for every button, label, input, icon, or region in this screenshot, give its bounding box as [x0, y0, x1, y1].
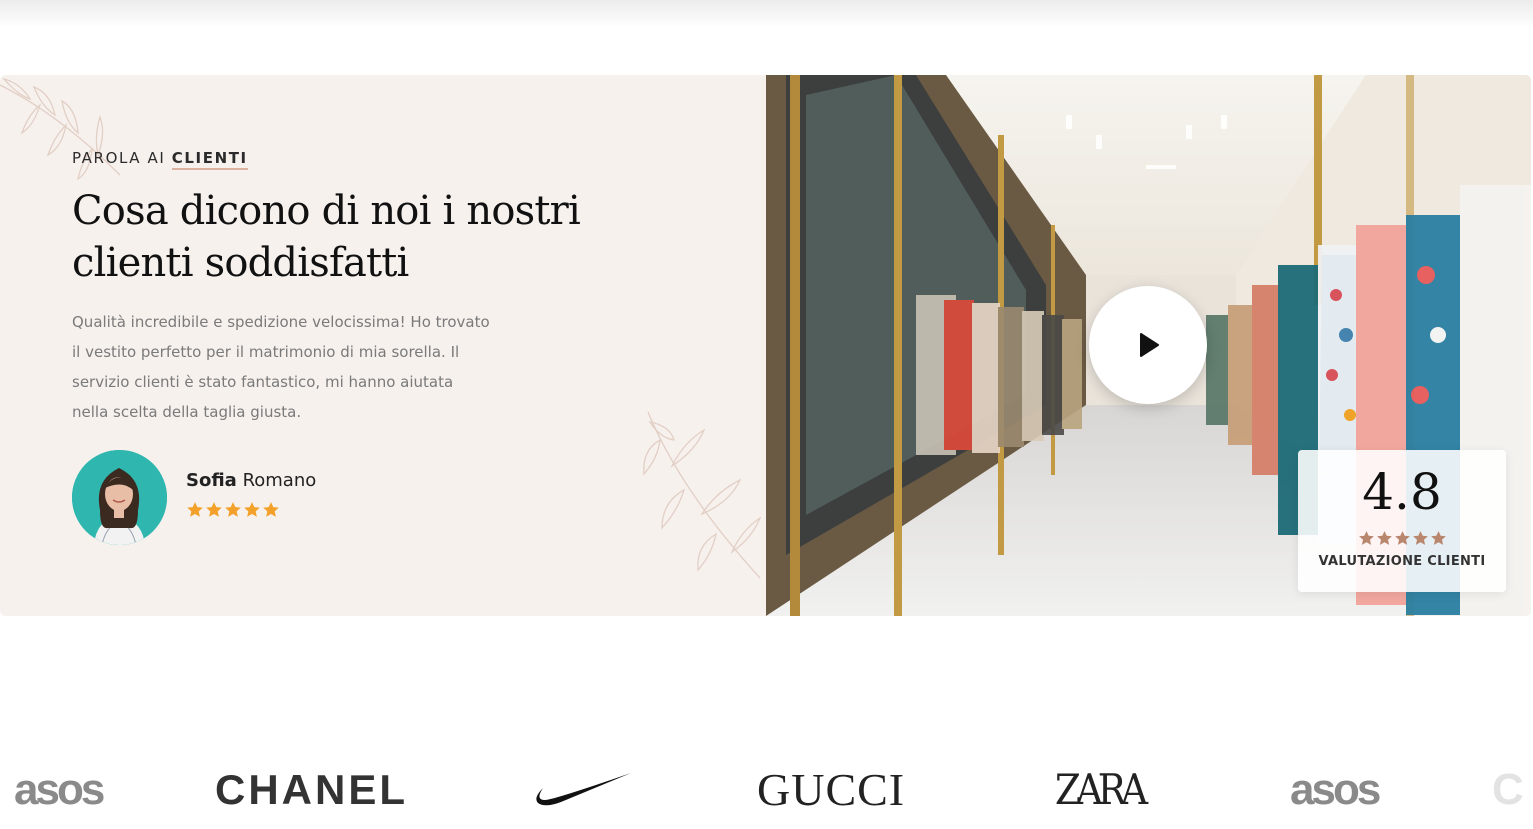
brand-logo-partial: C: [1492, 764, 1524, 814]
section-heading: Cosa dicono di noi i nostri clienti sodd…: [72, 185, 672, 289]
brand-logo-gucci: GUCCI: [757, 764, 906, 815]
brand-logo-asos: asos: [1290, 764, 1381, 814]
star-icon: [1376, 531, 1392, 545]
star-icon: [206, 502, 222, 517]
header-shadow: [0, 0, 1533, 28]
star-icon: [1358, 531, 1374, 545]
star-icon: [1430, 531, 1446, 545]
eyebrow-prefix: PAROLA AI: [72, 149, 166, 167]
author-name: Sofia Romano: [186, 470, 386, 491]
star-icon: [187, 502, 203, 517]
author-rating-stars: [186, 501, 280, 519]
store-video[interactable]: 4.8 VALUTAZIONE CLIENTI: [766, 75, 1531, 616]
author-last-name: Romano: [242, 470, 317, 491]
quote-line: servizio clienti è stato fantastico, mi …: [72, 373, 454, 391]
rating-stars: [1298, 530, 1506, 547]
brand-logo-strip: asos CHANEL GUCCI ZARA asos C: [0, 750, 1533, 829]
leaf-decoration-icon: [0, 77, 121, 181]
rating-value: 4.8: [1362, 463, 1442, 521]
quote-line: il vestito perfetto per il matrimonio di…: [72, 343, 460, 361]
testimonial-section: PAROLA AI CLIENTI Cosa dicono di noi i n…: [0, 75, 1531, 616]
play-video-button[interactable]: [1089, 286, 1207, 404]
quote-line: Qualità incredibile e spedizione velocis…: [72, 313, 490, 331]
avatar-portrait-icon: [72, 450, 167, 545]
rating-label: VALUTAZIONE CLIENTI: [1318, 554, 1486, 569]
star-icon: [1394, 531, 1410, 545]
star-icon: [244, 502, 260, 517]
heading-line-2: clienti soddisfatti: [72, 240, 409, 286]
customer-rating-card: 4.8 VALUTAZIONE CLIENTI: [1298, 450, 1506, 592]
play-icon: [1140, 333, 1159, 357]
testimonial-quote: Qualità incredibile e spedizione velocis…: [72, 307, 512, 427]
brand-logo-nike: [533, 750, 633, 829]
avatar: [72, 450, 167, 545]
brand-logo-zara: ZARA: [1054, 765, 1148, 814]
eyebrow-accent: CLIENTI: [171, 149, 248, 170]
author-first-name: Sofia: [186, 470, 237, 491]
brand-logo-asos: asos: [14, 764, 105, 814]
nike-swoosh-icon: [536, 772, 631, 805]
star-icon: [225, 502, 241, 517]
testimonial-content: PAROLA AI CLIENTI Cosa dicono di noi i n…: [0, 75, 766, 616]
star-icon: [263, 502, 279, 517]
quote-line: nella scelta della taglia giusta.: [72, 403, 302, 421]
section-eyebrow: PAROLA AI CLIENTI: [72, 149, 248, 170]
heading-line-1: Cosa dicono di noi i nostri: [72, 188, 581, 234]
brand-logo-chanel: CHANEL: [215, 765, 408, 813]
leaf-decoration-icon: [643, 411, 762, 579]
star-icon: [1412, 531, 1428, 545]
